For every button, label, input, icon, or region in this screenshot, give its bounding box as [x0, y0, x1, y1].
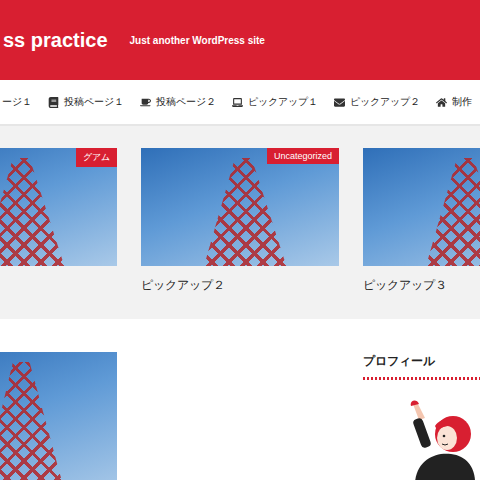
site-title[interactable]: ss practice — [3, 29, 108, 52]
pickup-image[interactable]: グアム — [0, 148, 117, 266]
nav-item[interactable]: ピックアップ２ — [334, 95, 420, 109]
pickup-card[interactable]: ピックアップ３ — [363, 148, 480, 293]
pickup-section: グアム Uncategorized ピックアップ２ ピックアップ３ — [0, 126, 480, 319]
post-image[interactable] — [0, 352, 117, 480]
pickup-title[interactable]: ピックアップ２ — [141, 278, 339, 293]
post-card[interactable] — [0, 352, 117, 480]
site-header: ss practice Just another WordPress site — [0, 0, 480, 80]
pickup-image[interactable] — [363, 148, 480, 266]
pickup-title[interactable]: ピックアップ３ — [363, 278, 480, 293]
nav-item[interactable]: 投稿ページ２ — [140, 95, 216, 109]
pickup-title[interactable] — [0, 278, 117, 292]
heading-underline — [363, 377, 480, 380]
page: ss practice Just another WordPress site ージ… — [0, 0, 480, 480]
nav-item[interactable]: 制作 — [436, 95, 472, 109]
main-nav: ージ１ 投稿ページ１ 投稿ページ２ ピックアップ１ ピックアップ２ 制作 — [0, 80, 480, 126]
site-tagline: Just another WordPress site — [130, 35, 265, 46]
nav-item[interactable]: ピックアップ１ — [232, 95, 318, 109]
widget-heading: プロフィール — [363, 354, 480, 377]
sidebar: プロフィール — [363, 352, 480, 480]
nav-icon — [232, 97, 243, 108]
category-badge[interactable]: グアム — [76, 148, 117, 167]
pickup-card[interactable]: グアム — [0, 148, 117, 293]
nav-item[interactable]: 投稿ページ１ — [48, 95, 124, 109]
nav-icon — [140, 97, 151, 108]
nav-item[interactable]: ージ１ — [2, 95, 32, 109]
category-badge[interactable]: Uncategorized — [267, 148, 339, 164]
nav-icon — [436, 97, 447, 108]
nav-icon — [48, 97, 59, 108]
pickup-card[interactable]: Uncategorized ピックアップ２ — [141, 148, 339, 293]
pickup-image[interactable]: Uncategorized — [141, 148, 339, 266]
profile-illustration — [405, 400, 475, 480]
nav-icon — [334, 97, 345, 108]
